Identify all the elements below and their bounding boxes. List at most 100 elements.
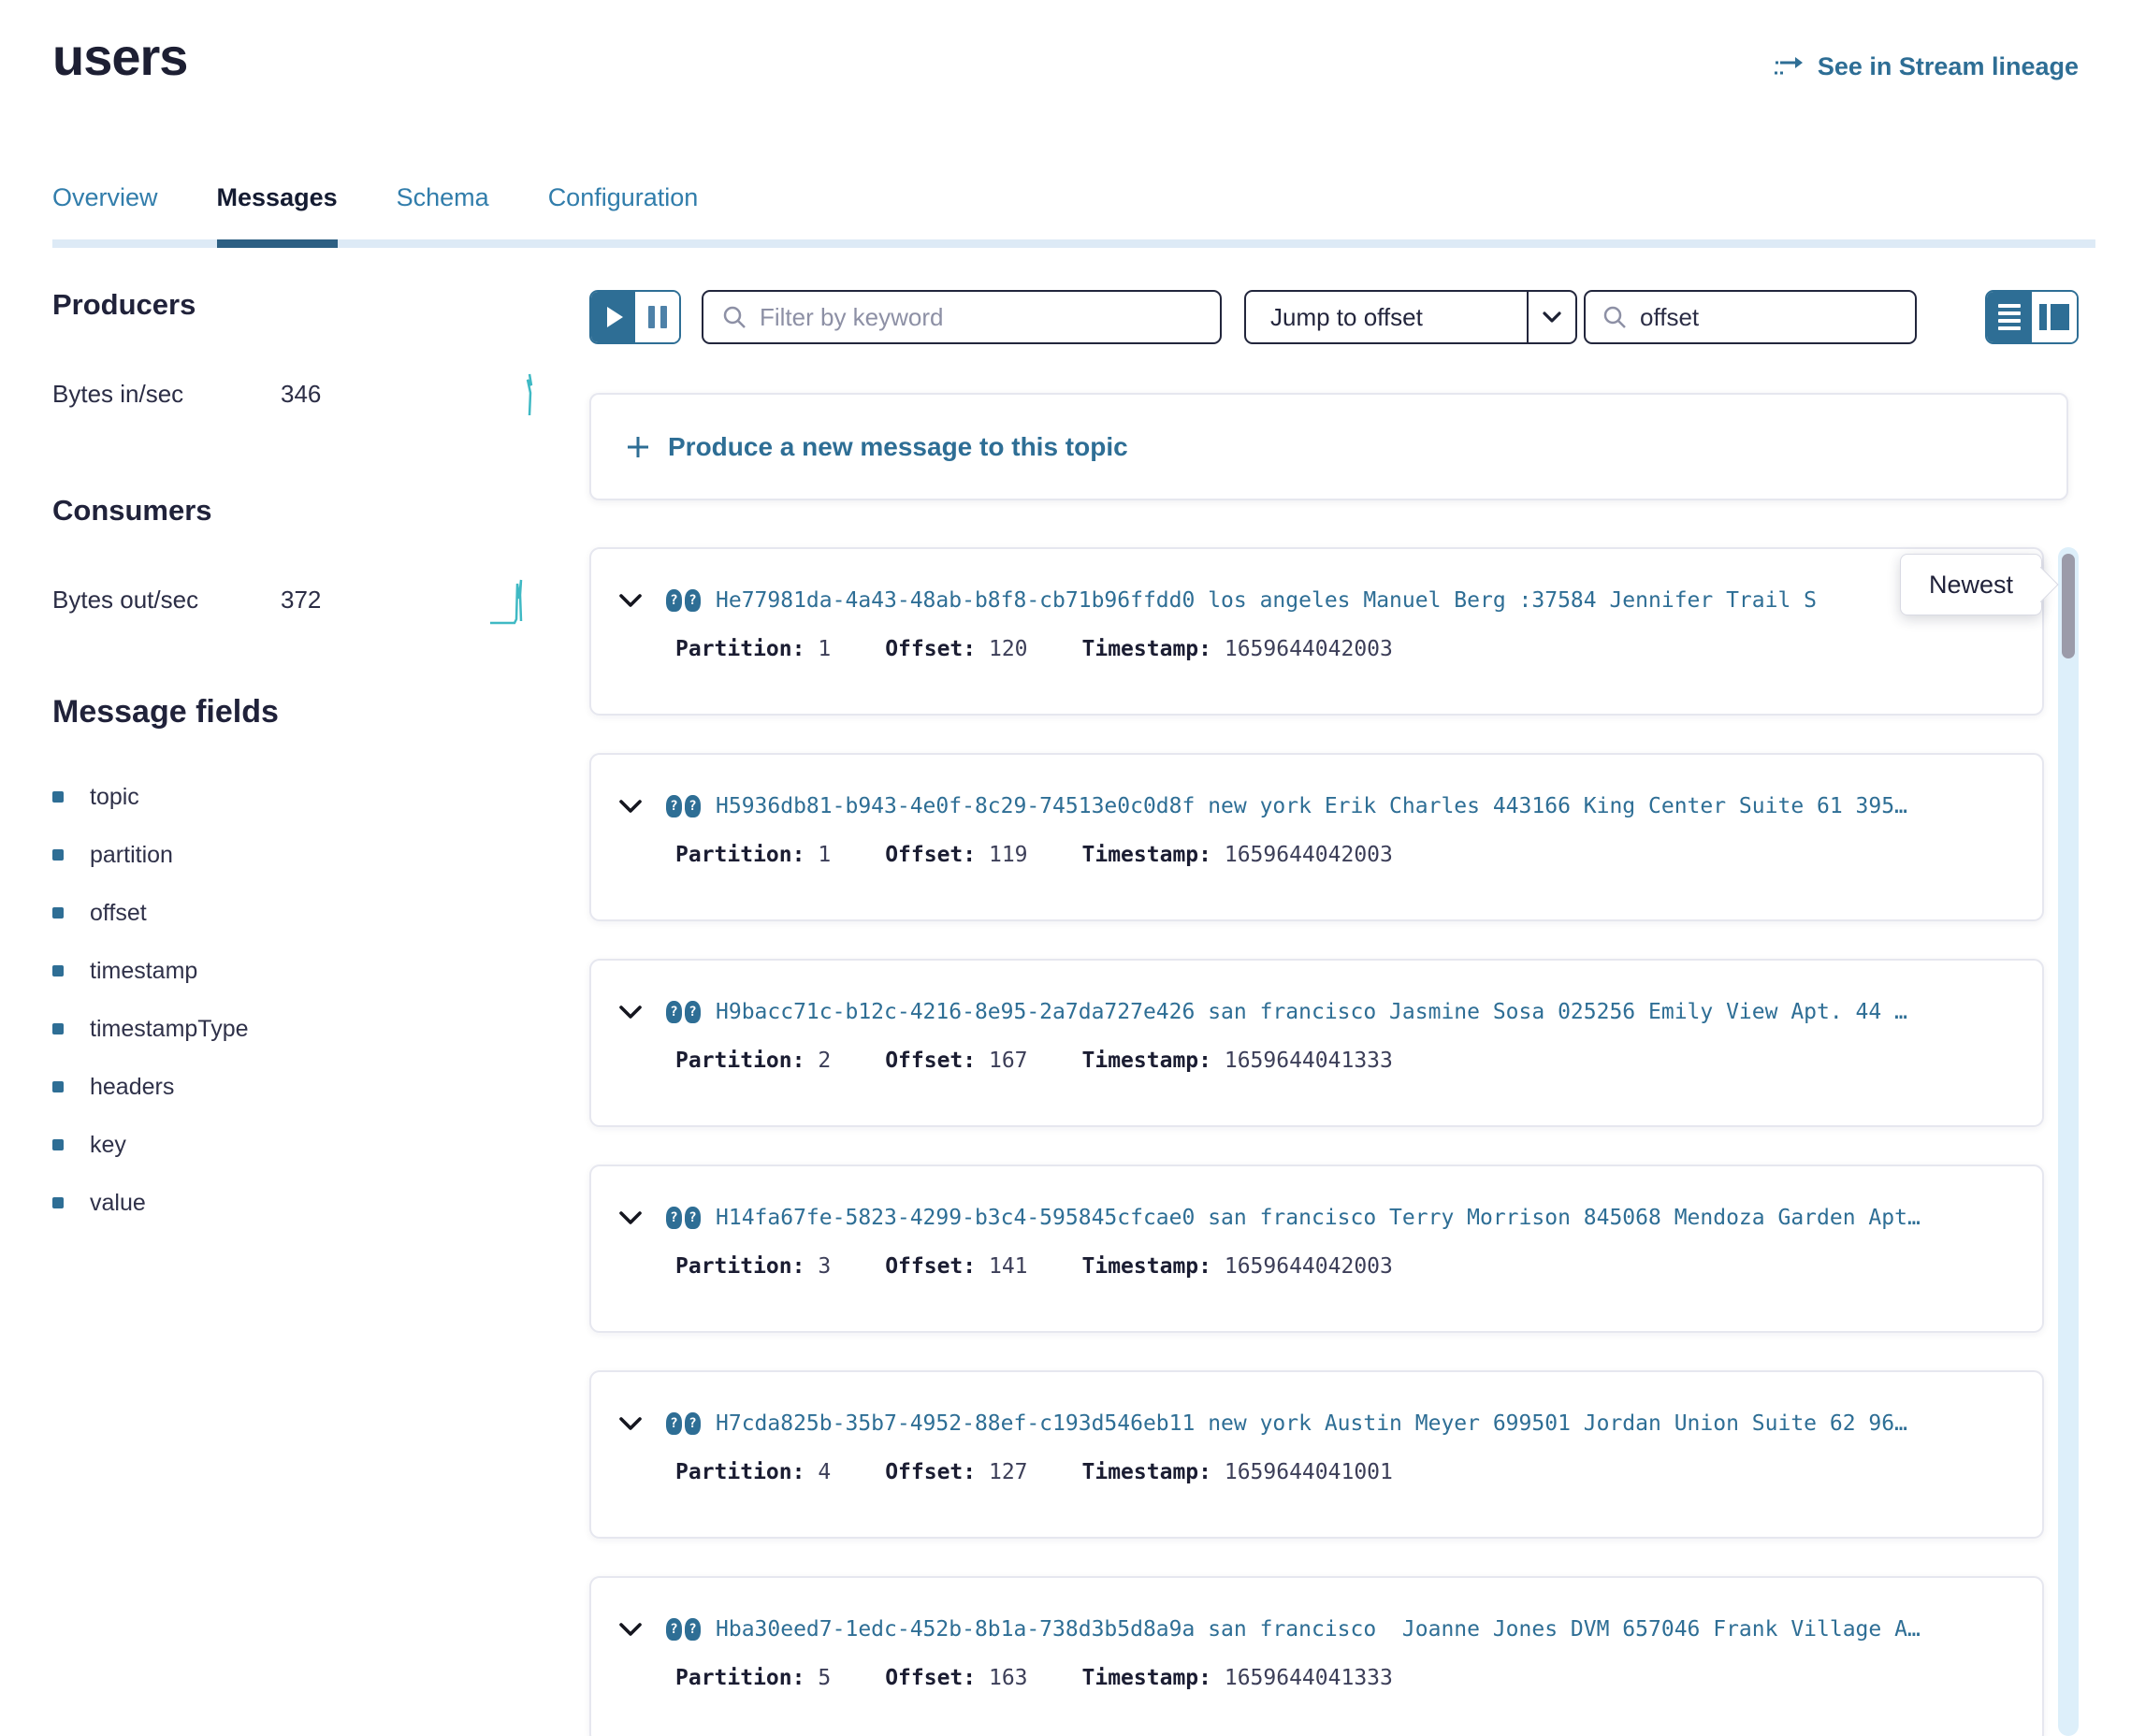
search-icon (722, 305, 747, 329)
message-row-header[interactable]: ?? H7cda825b-35b7-4952-88ef-c193d546eb11… (619, 1411, 2014, 1436)
keyword-filter-input[interactable] (760, 303, 1201, 332)
expand-chevron-icon[interactable] (619, 1005, 642, 1020)
message-fields-heading: Message fields (52, 694, 539, 731)
expand-chevron-icon[interactable] (619, 594, 642, 608)
bytes-out-label: Bytes out/sec (52, 586, 281, 615)
bullet-icon (52, 849, 64, 861)
pause-icon (648, 306, 667, 328)
message-row-header[interactable]: ?? H5936db81-b943-4e0f-8c29-74513e0c0d8f… (619, 794, 2014, 818)
bytes-out-value: 372 (281, 586, 321, 615)
bytes-out-sparkline (486, 572, 539, 627)
expand-chevron-icon[interactable] (619, 1417, 642, 1431)
messages-panel: Jump to offset (589, 290, 2079, 1736)
tab-schema[interactable]: Schema (397, 183, 489, 248)
offset-value: 120 (989, 637, 1028, 661)
message-row: ?? H14fa67fe-5823-4299-b3c4-595845cfcae0… (589, 1165, 2044, 1333)
offset-value: 119 (989, 843, 1028, 867)
bullet-icon (52, 791, 64, 803)
message-key-preview: Hba30eed7-1edc-452b-8b1a-738d3b5d8a9a sa… (716, 1617, 2014, 1642)
page-title: users (52, 26, 187, 87)
message-row: ?? H5936db81-b943-4e0f-8c29-74513e0c0d8f… (589, 753, 2044, 921)
offset-label: Offset: (885, 637, 989, 661)
expand-chevron-icon[interactable] (619, 1623, 642, 1637)
sidebar: Producers Bytes in/sec 346 Consumers Byt… (52, 288, 539, 1232)
bullet-icon (52, 1197, 64, 1208)
timestamp-label: Timestamp: (1082, 1666, 1225, 1690)
unknown-char-glyphs: ?? (666, 795, 701, 817)
bytes-in-value: 346 (281, 380, 321, 409)
message-key-preview: H7cda825b-35b7-4952-88ef-c193d546eb11 ne… (716, 1411, 2014, 1436)
produce-message-button[interactable]: Produce a new message to this topic (589, 393, 2068, 500)
view-mode-toggle (1985, 290, 2079, 344)
message-meta: Partition: 5 Offset: 163 Timestamp: 1659… (675, 1666, 2014, 1690)
jump-select-chevron-button[interactable] (1527, 292, 1575, 342)
bullet-icon (52, 1023, 64, 1034)
pause-button[interactable] (635, 292, 679, 342)
timestamp-value: 1659644041333 (1225, 1049, 1393, 1073)
partition-label: Partition: (675, 1254, 818, 1279)
tab-configuration[interactable]: Configuration (548, 183, 699, 248)
partition-value: 1 (818, 843, 831, 867)
field-label: key (90, 1132, 126, 1159)
tabs-underline-track (52, 239, 2095, 248)
tab-messages[interactable]: Messages (217, 183, 338, 248)
partition-value: 4 (818, 1460, 831, 1484)
offset-label: Offset: (885, 1254, 989, 1279)
field-item-key: key (52, 1116, 539, 1174)
message-row: ?? He77981da-4a43-48ab-b8f8-cb71b96ffdd0… (589, 547, 2044, 716)
bytes-in-metric-row: Bytes in/sec 346 (52, 367, 539, 421)
offset-value: 127 (989, 1460, 1028, 1484)
produce-message-label: Produce a new message to this topic (668, 432, 1128, 462)
timestamp-value: 1659644042003 (1225, 843, 1393, 867)
message-key-preview: H5936db81-b943-4e0f-8c29-74513e0c0d8f ne… (716, 794, 2014, 818)
see-in-stream-lineage-link[interactable]: See in Stream lineage (1773, 52, 2079, 81)
offset-label: Offset: (885, 1460, 989, 1484)
timestamp-label: Timestamp: (1082, 1049, 1225, 1073)
message-row-header[interactable]: ?? He77981da-4a43-48ab-b8f8-cb71b96ffdd0… (619, 588, 2014, 613)
timestamp-label: Timestamp: (1082, 843, 1225, 867)
field-item-offset: offset (52, 884, 539, 942)
expand-chevron-icon[interactable] (619, 1211, 642, 1225)
bullet-icon (52, 1139, 64, 1150)
message-row: ?? H9bacc71c-b12c-4216-8e95-2a7da727e426… (589, 959, 2044, 1127)
split-view-icon (2039, 304, 2069, 330)
list-view-button[interactable] (1987, 292, 2032, 342)
field-item-headers: headers (52, 1058, 539, 1116)
field-label: offset (90, 900, 147, 927)
unknown-char-glyphs: ?? (666, 589, 701, 612)
newest-tooltip-label: Newest (1929, 571, 2013, 600)
consumers-heading: Consumers (52, 494, 539, 528)
message-row-header[interactable]: ?? Hba30eed7-1edc-452b-8b1a-738d3b5d8a9a… (619, 1617, 2014, 1642)
unknown-char-glyphs: ?? (666, 1412, 701, 1435)
message-row-header[interactable]: ?? H14fa67fe-5823-4299-b3c4-595845cfcae0… (619, 1206, 2014, 1230)
message-key-preview: He77981da-4a43-48ab-b8f8-cb71b96ffdd0 lo… (716, 588, 2014, 613)
message-row-header[interactable]: ?? H9bacc71c-b12c-4216-8e95-2a7da727e426… (619, 1000, 2014, 1024)
message-meta: Partition: 2 Offset: 167 Timestamp: 1659… (675, 1049, 2014, 1073)
tab-overview[interactable]: Overview (52, 183, 158, 248)
play-button[interactable] (591, 292, 635, 342)
partition-value: 1 (818, 637, 831, 661)
field-item-value: value (52, 1174, 539, 1232)
field-label: partition (90, 842, 173, 869)
producers-heading: Producers (52, 288, 539, 322)
message-list-scrollbar-thumb[interactable] (2062, 554, 2075, 658)
partition-value: 2 (818, 1049, 831, 1073)
bytes-in-label: Bytes in/sec (52, 380, 281, 409)
field-item-topic: topic (52, 768, 539, 826)
timestamp-label: Timestamp: (1082, 1254, 1225, 1279)
offset-value: 167 (989, 1049, 1028, 1073)
partition-value: 3 (818, 1254, 831, 1279)
message-meta: Partition: 3 Offset: 141 Timestamp: 1659… (675, 1254, 2014, 1279)
tabs-bar: Overview Messages Schema Configuration (52, 183, 2095, 248)
offset-search-input[interactable] (1640, 303, 1953, 332)
split-view-button[interactable] (2032, 292, 2077, 342)
field-item-timestamp: timestamp (52, 942, 539, 1000)
expand-chevron-icon[interactable] (619, 800, 642, 814)
jump-to-offset-value[interactable]: Jump to offset (1246, 292, 1527, 342)
keyword-filter-box (702, 290, 1222, 344)
message-row: ?? Hba30eed7-1edc-452b-8b1a-738d3b5d8a9a… (589, 1576, 2044, 1736)
consumers-section: Consumers Bytes out/sec 372 (52, 494, 539, 627)
topic-page: users See in Stream lineage Overview Mes… (0, 0, 2131, 1736)
newest-tooltip: Newest (1900, 554, 2042, 615)
message-list-scrollbar-track (2058, 547, 2079, 1736)
